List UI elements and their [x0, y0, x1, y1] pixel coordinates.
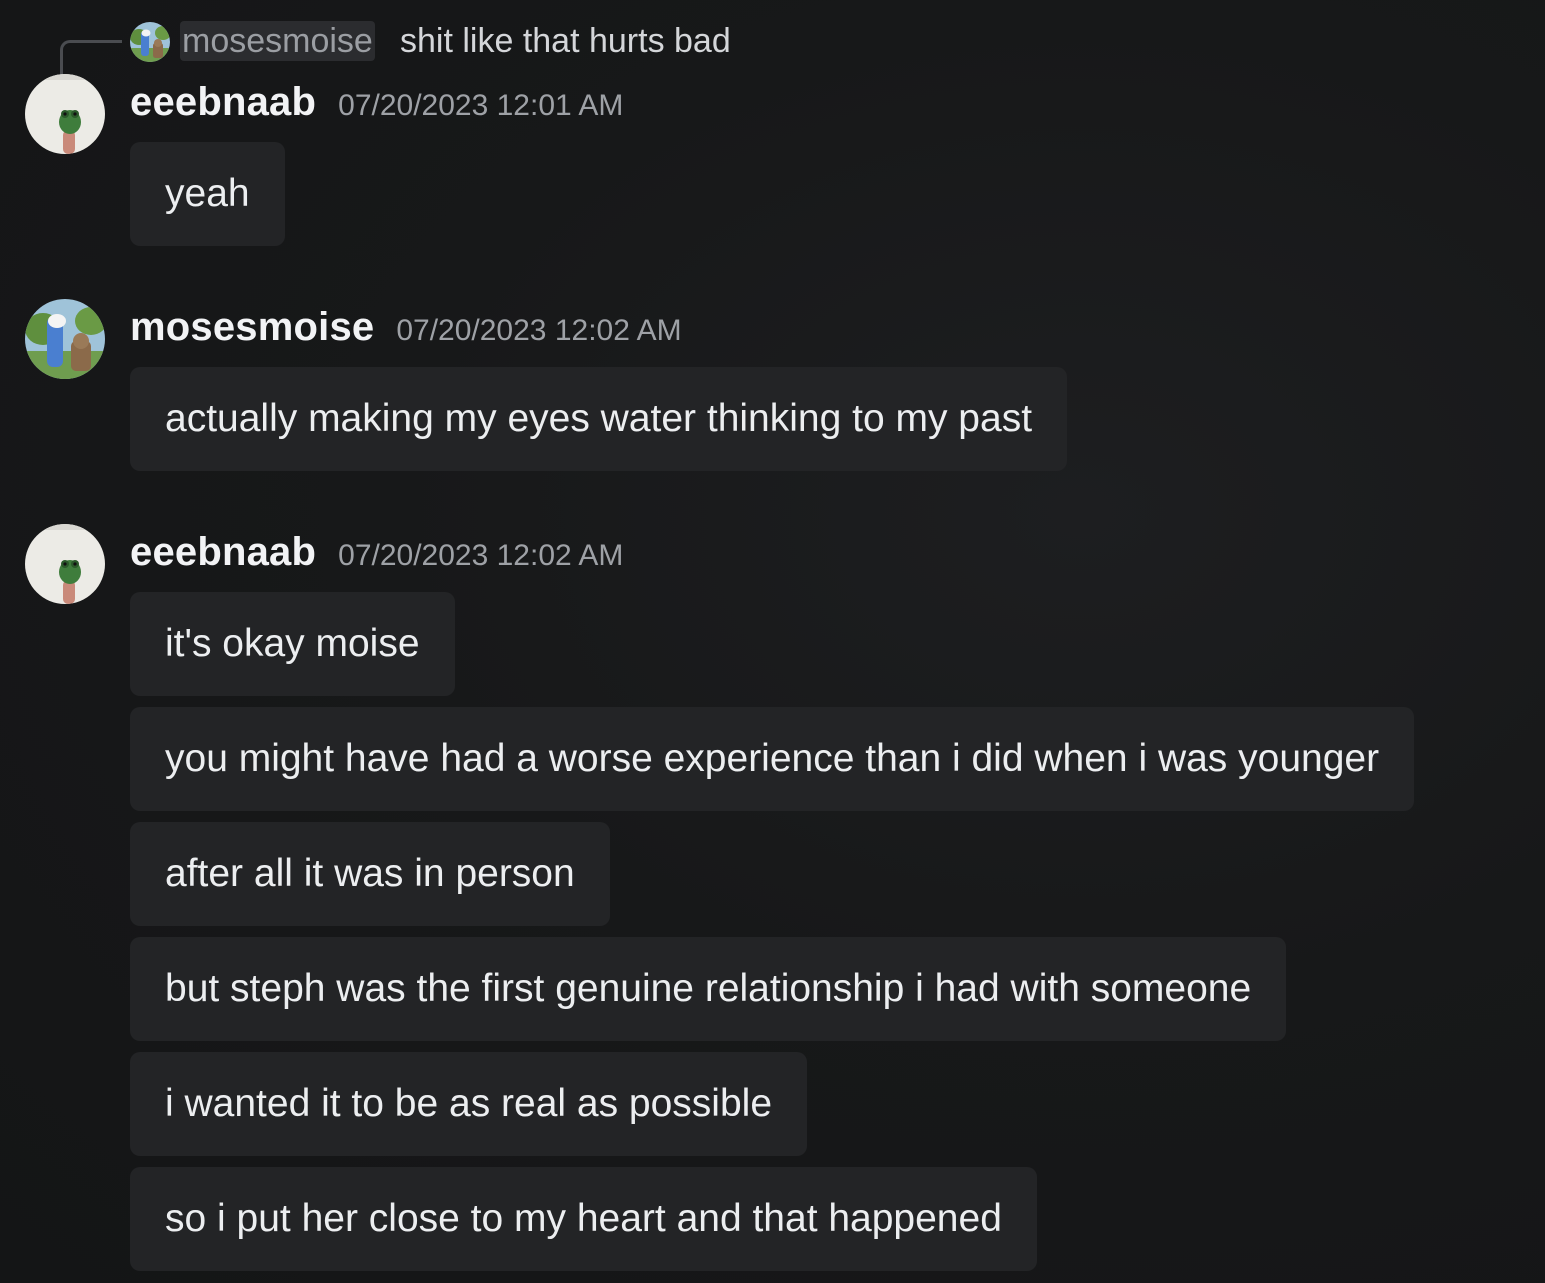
reply-avatar[interactable]	[130, 22, 170, 62]
message-header: eeebnaab 07/20/2023 12:02 AM	[130, 530, 623, 580]
author-name[interactable]: eeebnaab	[130, 530, 316, 575]
message-header: eeebnaab 07/20/2023 12:01 AM	[130, 80, 623, 130]
message-bubble[interactable]: so i put her close to my heart and that …	[130, 1167, 1037, 1271]
cartoon-avatar-icon	[130, 22, 170, 62]
message-bubble[interactable]: it's okay moise	[130, 592, 455, 696]
user-avatar[interactable]	[25, 524, 105, 604]
chat-view: mosesmoise shit like that hurts bad eeeb…	[0, 0, 1545, 1283]
message-timestamp: 07/20/2023 12:01 AM	[338, 89, 624, 122]
cartoon-avatar-icon	[25, 299, 105, 379]
message-bubble[interactable]: you might have had a worse experience th…	[130, 707, 1415, 811]
reply-author-mention[interactable]: mosesmoise	[180, 21, 375, 61]
author-name[interactable]: eeebnaab	[130, 80, 316, 125]
author-name[interactable]: mosesmoise	[130, 305, 374, 350]
message-bubble[interactable]: i wanted it to be as real as possible	[130, 1052, 808, 1156]
message-timestamp: 07/20/2023 12:02 AM	[338, 539, 624, 572]
message-bubble[interactable]: actually making my eyes water thinking t…	[130, 367, 1068, 471]
user-avatar[interactable]	[25, 299, 105, 379]
message-bubble[interactable]: yeah	[130, 142, 285, 246]
message-bubble[interactable]: after all it was in person	[130, 822, 610, 926]
frog-avatar-icon	[25, 74, 105, 154]
reply-text: shit like that hurts bad	[400, 22, 731, 60]
user-avatar[interactable]	[25, 74, 105, 154]
reply-preview[interactable]: mosesmoise shit like that hurts bad	[0, 18, 900, 88]
message-timestamp: 07/20/2023 12:02 AM	[396, 314, 682, 347]
message-bubble[interactable]: but steph was the first genuine relation…	[130, 937, 1287, 1041]
message-header: mosesmoise 07/20/2023 12:02 AM	[130, 305, 682, 355]
frog-avatar-icon	[25, 524, 105, 604]
